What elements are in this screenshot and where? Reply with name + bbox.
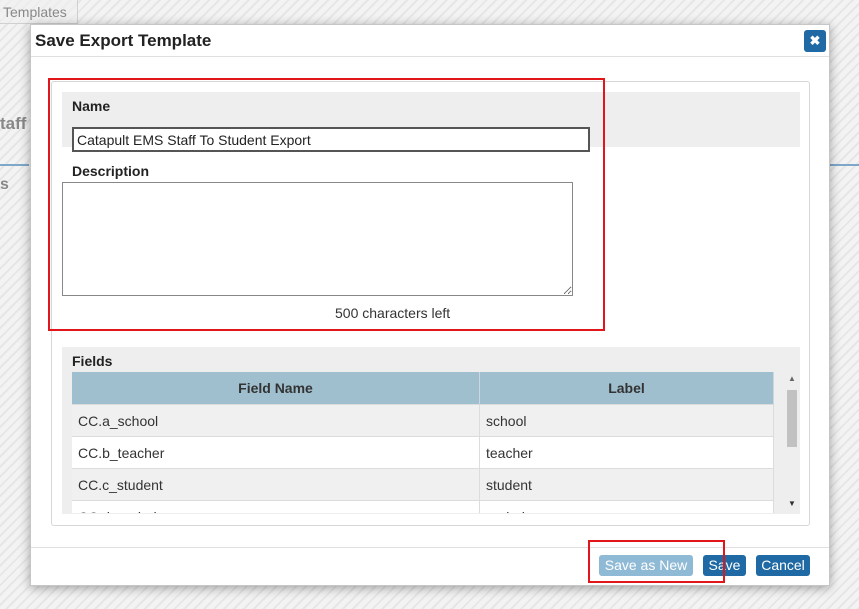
- fields-section: Fields Field Name Label CC.a_school scho…: [62, 347, 800, 514]
- table-header-row: Field Name Label: [72, 372, 774, 405]
- scroll-up-arrow-icon[interactable]: ▲: [788, 374, 796, 383]
- column-header-field-name[interactable]: Field Name: [72, 372, 480, 405]
- description-textarea[interactable]: [62, 182, 573, 296]
- footer-divider: [31, 547, 829, 548]
- table-row[interactable]: CC.c_student student: [72, 468, 774, 501]
- description-label: Description: [72, 163, 150, 179]
- label-cell: school: [479, 404, 774, 437]
- field-name-cell: CC.b_teacher: [72, 436, 480, 469]
- field-name-cell: CC.a_school: [72, 404, 480, 437]
- close-icon[interactable]: ✖: [804, 30, 826, 52]
- field-name-cell: CC.c_student: [72, 468, 480, 501]
- cancel-button[interactable]: Cancel: [756, 555, 810, 576]
- table-row[interactable]: CC.d_period period: [72, 500, 774, 513]
- background-divider: [0, 164, 29, 166]
- save-as-new-button[interactable]: Save as New: [599, 555, 693, 576]
- fields-scrollbar[interactable]: ▲ ▼: [785, 372, 799, 513]
- background-tab-templates: Templates: [0, 0, 78, 24]
- fields-table-container[interactable]: Field Name Label CC.a_school school CC.b…: [72, 372, 774, 513]
- fields-table: Field Name Label CC.a_school school CC.b…: [72, 372, 774, 513]
- template-form-panel: Name Description 500 characters left Fie…: [51, 81, 810, 526]
- scrollbar-thumb[interactable]: [787, 390, 797, 447]
- name-section: Name: [62, 92, 800, 152]
- dialog-header: Save Export Template ✖: [31, 25, 829, 57]
- column-header-label[interactable]: Label: [479, 372, 774, 405]
- save-button[interactable]: Save: [703, 555, 746, 576]
- background-text-fragment: taff: [0, 114, 27, 133]
- name-input[interactable]: [72, 127, 590, 152]
- label-cell: period: [479, 500, 774, 513]
- table-row[interactable]: CC.b_teacher teacher: [72, 436, 774, 469]
- label-cell: teacher: [479, 436, 774, 469]
- scroll-down-arrow-icon[interactable]: ▼: [788, 499, 796, 508]
- name-label: Name: [72, 98, 111, 114]
- fields-label: Fields: [72, 353, 113, 369]
- characters-left-counter: 500 characters left: [335, 305, 451, 321]
- background-text-fragment: s: [0, 176, 9, 193]
- background-divider: [830, 164, 859, 166]
- dialog-title: Save Export Template: [35, 31, 212, 50]
- field-name-cell: CC.d_period: [72, 500, 480, 513]
- label-cell: student: [479, 468, 774, 501]
- table-row[interactable]: CC.a_school school: [72, 404, 774, 437]
- save-export-template-dialog: Save Export Template ✖ Name Description …: [30, 24, 830, 586]
